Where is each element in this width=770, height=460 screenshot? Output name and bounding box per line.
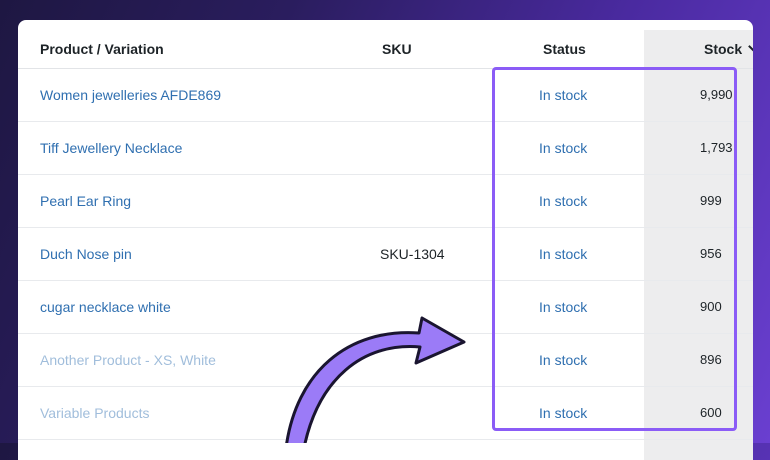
product-link[interactable]: Another Product - XS, White (40, 352, 216, 368)
product-cell: Tiff Jewellery Necklace (18, 121, 380, 175)
product-link[interactable]: Duch Nose pin (40, 246, 132, 262)
stock-cell: 900 (676, 280, 753, 334)
table-row: Tiff Jewellery Necklace In stock 1,793 (18, 121, 753, 175)
stock-cell: 999 (676, 174, 753, 228)
product-cell: Pearl Ear Ring (18, 174, 380, 228)
table-row: Women jewelleries AFDE869 In stock 9,990 (18, 68, 753, 122)
table-row: Another Product - XS, White In stock 896 (18, 333, 753, 387)
status-link[interactable]: In stock (539, 193, 587, 209)
product-cell: Variable Products (18, 386, 380, 440)
table-row: Variable Products In stock 600 (18, 386, 753, 440)
status-link[interactable]: In stock (539, 246, 587, 262)
status-link[interactable]: In stock (539, 87, 587, 103)
header-status-label: Status (543, 40, 586, 57)
sku-cell (380, 121, 535, 175)
chevron-down-icon[interactable] (748, 39, 753, 53)
product-link[interactable]: Tiff Jewellery Necklace (40, 140, 182, 156)
sku-cell (380, 386, 535, 440)
table-row: Pearl Ear Ring In stock 999 (18, 174, 753, 228)
status-cell: In stock (535, 121, 676, 175)
header-stock-label: Stock (704, 40, 743, 57)
product-link[interactable]: Variable Products (40, 405, 149, 421)
header-sku[interactable]: SKU (380, 30, 535, 69)
stock-cell: 1,793 (676, 121, 753, 175)
stock-cell: 896 (676, 333, 753, 387)
status-cell: In stock (535, 386, 676, 440)
product-cell: Another Product - XS, White (18, 333, 380, 387)
table-row: cugar necklace white In stock 900 (18, 280, 753, 334)
header-product[interactable]: Product / Variation (18, 30, 380, 69)
sku-cell (380, 174, 535, 228)
sku-cell (380, 68, 535, 122)
stock-cell: 9,990 (676, 68, 753, 122)
product-link[interactable]: cugar necklace white (40, 299, 171, 315)
sku-cell (380, 280, 535, 334)
product-link[interactable]: Pearl Ear Ring (40, 193, 131, 209)
header-stock[interactable]: Stock (676, 30, 753, 69)
sku-cell (380, 333, 535, 387)
table-header-row: Product / Variation SKU Status Stock (18, 30, 753, 69)
header-status[interactable]: Status (535, 30, 676, 69)
status-cell: In stock (535, 68, 676, 122)
status-link[interactable]: In stock (539, 140, 587, 156)
status-cell: In stock (535, 174, 676, 228)
stock-cell: 956 (676, 227, 753, 281)
table-row: Duch Nose pin SKU-1304 In stock 956 (18, 227, 753, 281)
status-link[interactable]: In stock (539, 299, 587, 315)
stock-table: Product / Variation SKU Status Stock Wom… (18, 30, 753, 440)
product-link[interactable]: Women jewelleries AFDE869 (40, 87, 221, 103)
product-cell: cugar necklace white (18, 280, 380, 334)
stock-cell: 600 (676, 386, 753, 440)
header-product-label: Product / Variation (40, 40, 164, 57)
stock-report-panel: Product / Variation SKU Status Stock Wom… (18, 20, 753, 460)
status-cell: In stock (535, 333, 676, 387)
status-cell: In stock (535, 227, 676, 281)
header-sku-label: SKU (382, 40, 412, 57)
status-link[interactable]: In stock (539, 405, 587, 421)
sku-cell: SKU-1304 (380, 227, 535, 281)
product-cell: Women jewelleries AFDE869 (18, 68, 380, 122)
product-cell: Duch Nose pin (18, 227, 380, 281)
status-link[interactable]: In stock (539, 352, 587, 368)
status-cell: In stock (535, 280, 676, 334)
